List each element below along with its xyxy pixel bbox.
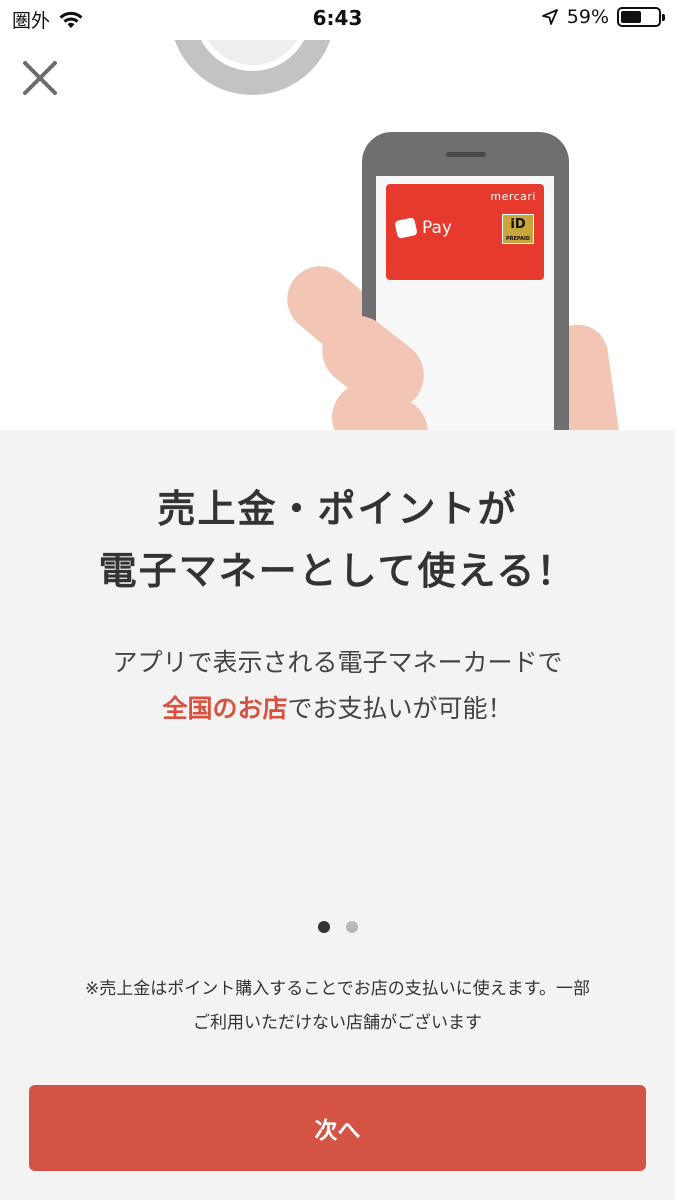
next-button[interactable]: 次へ <box>29 1085 646 1171</box>
disclaimer-note: ※売上金はポイント購入することでお店の支払いに使えます。一部 ご利用いただけない… <box>20 972 655 1040</box>
headline-line1: 売上金・ポイントが <box>157 487 518 531</box>
page-dot-1[interactable] <box>317 921 330 933</box>
close-icon <box>23 61 57 95</box>
card-reader-inner <box>194 40 311 71</box>
description-highlight: 全国のお店 <box>162 694 288 723</box>
card-reader-graphic <box>170 40 335 95</box>
status-bar: 圏外 6:43 59% <box>0 0 675 40</box>
description: アプリで表示される電子マネーカードで 全国のお店でお支払いが可能！ <box>0 640 675 732</box>
card-brand-label: mercari <box>490 190 536 203</box>
mercari-logo-icon <box>394 217 418 239</box>
description-line2: 全国のお店でお支払いが可能！ <box>0 686 675 732</box>
headline-line2: 電子マネーとして使える！ <box>98 549 577 593</box>
headline: 売上金・ポイントが 電子マネーとして使える！ <box>0 478 675 602</box>
location-arrow-icon <box>541 9 558 25</box>
battery-icon <box>617 7 665 27</box>
page-dot-2[interactable] <box>345 921 358 933</box>
note-line2: ご利用いただけない店舗がございます <box>193 1013 482 1033</box>
description-line1: アプリで表示される電子マネーカードで <box>112 648 563 677</box>
description-line2-rest: でお支払いが可能！ <box>287 694 513 723</box>
note-line1: ※売上金はポイント購入することでお店の支払いに使えます。一部 <box>84 979 591 999</box>
phone-speaker <box>446 152 486 157</box>
status-right: 59% <box>541 6 665 28</box>
card-id-sub-label: PREPAID <box>505 236 531 242</box>
close-button[interactable] <box>18 56 62 100</box>
next-button-label: 次へ <box>314 1118 361 1144</box>
hero-illustration: mercari Pay iD PREPAID <box>0 40 675 430</box>
id-prepaid-logo: iD PREPAID <box>502 214 534 244</box>
page-indicator <box>0 921 675 933</box>
card-pay-logo: Pay <box>394 217 452 239</box>
card-pay-label: Pay <box>422 218 452 238</box>
battery-percent: 59% <box>566 6 609 28</box>
mercari-pay-card: mercari Pay iD PREPAID <box>386 184 544 280</box>
card-id-label: iD <box>510 217 526 232</box>
battery-fill <box>621 11 641 23</box>
